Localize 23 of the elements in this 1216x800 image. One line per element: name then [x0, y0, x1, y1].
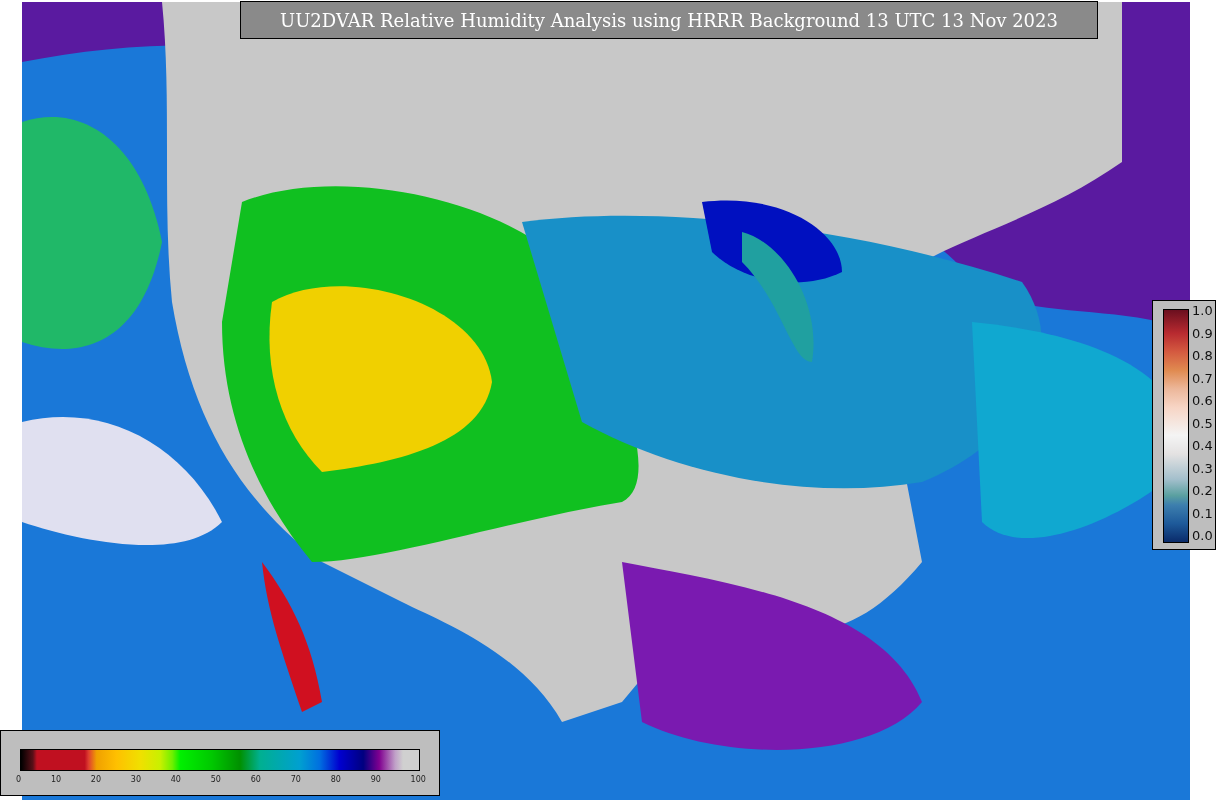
tick-label: 50 — [210, 775, 221, 784]
tick-label: 80 — [330, 775, 341, 784]
tick-label: 90 — [370, 775, 381, 784]
tick-label: 0.6 — [1192, 394, 1213, 407]
tick-label: 1.0 — [1192, 304, 1213, 317]
tick-label: 100 — [410, 775, 426, 784]
tick-label: 0.2 — [1192, 484, 1213, 497]
tick-label: 0.5 — [1192, 416, 1213, 430]
tick-label: 0.8 — [1192, 349, 1213, 362]
tick-label: 0.7 — [1192, 371, 1213, 385]
tick-label: 10 — [50, 775, 62, 784]
tick-label: 30 — [130, 775, 141, 784]
tick-label: 0.4 — [1192, 439, 1213, 452]
map-title: UU2DVAR Relative Humidity Analysis using HRRR Background 13 UTC 13 Nov 2023 — [240, 1, 1098, 39]
tick-label: 0 — [16, 775, 22, 784]
tick-label: 40 — [170, 775, 181, 784]
tick-label: 60 — [250, 775, 261, 784]
tick-label: 0.0 — [1192, 529, 1213, 542]
tick-label: 20 — [90, 775, 102, 784]
tick-label: 0.3 — [1192, 461, 1213, 475]
tick-label: 0.9 — [1192, 326, 1213, 340]
tick-label: 0.1 — [1192, 506, 1213, 520]
tick-label: 70 — [290, 775, 301, 784]
